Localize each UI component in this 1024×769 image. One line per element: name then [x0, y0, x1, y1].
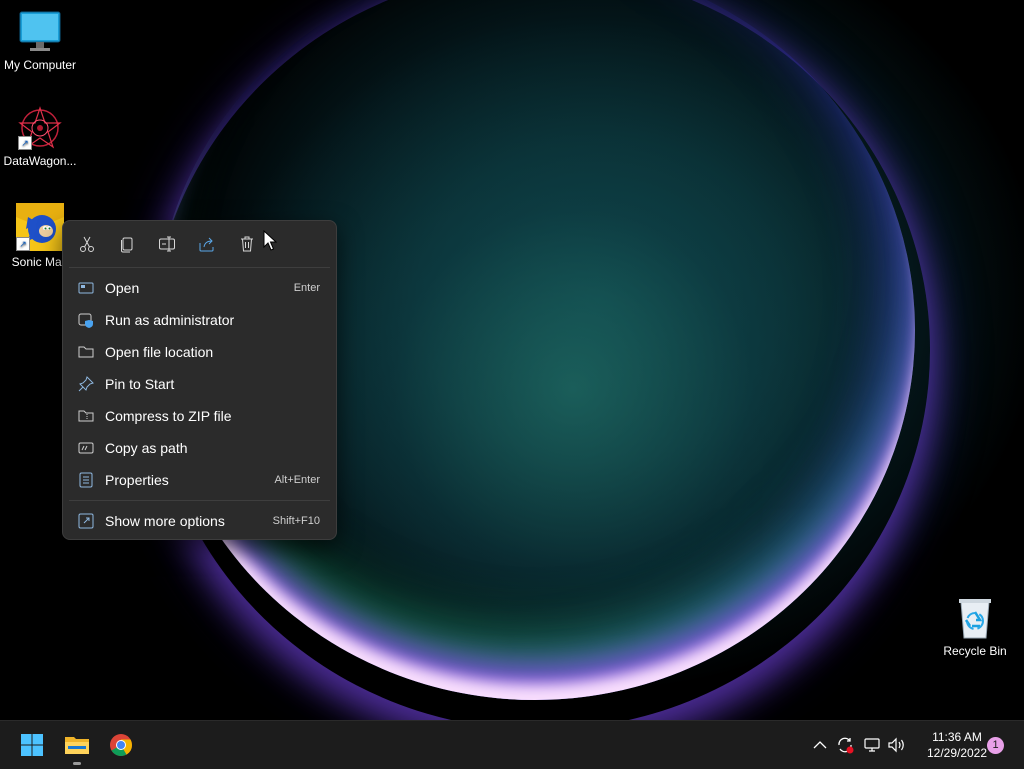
properties-icon	[77, 471, 95, 489]
menu-item-label: Open file location	[105, 344, 214, 360]
desktop-icon-recycle-bin[interactable]: Recycle Bin	[935, 596, 1015, 658]
context-menu: Open Enter Run as administrator Open fil…	[62, 220, 337, 540]
pin-icon	[77, 375, 95, 393]
menu-item-shortcut: Alt+Enter	[274, 474, 320, 486]
menu-item-label: Copy as path	[105, 440, 188, 456]
menu-item-copy-as-path[interactable]: Copy as path	[63, 432, 336, 464]
menu-item-label: Show more options	[105, 513, 225, 529]
shortcut-arrow-icon: ↗	[16, 237, 30, 251]
taskbar: 11:36 AM 12/29/2022 1	[0, 720, 1024, 769]
windows-start-icon[interactable]	[12, 721, 52, 769]
desktop-icon-datawagon[interactable]: ↗ DataWagon...	[0, 106, 80, 168]
menu-item-run-as-admin[interactable]: Run as administrator	[63, 304, 336, 336]
share-icon[interactable]	[197, 234, 217, 254]
menu-item-open-file-location[interactable]: Open file location	[63, 336, 336, 368]
desktop-icon-my-computer[interactable]: My Computer	[0, 10, 80, 72]
context-menu-quick-actions	[63, 221, 336, 267]
more-options-icon	[77, 512, 95, 530]
menu-item-shortcut: Shift+F10	[272, 515, 320, 527]
menu-item-open[interactable]: Open Enter	[63, 272, 336, 304]
menu-item-label: Pin to Start	[105, 376, 175, 392]
desktop-icon-label: Recycle Bin	[943, 644, 1007, 658]
notification-badge[interactable]: 1	[987, 737, 1004, 754]
datawagon-icon: ↗	[18, 106, 62, 150]
menu-item-label: Properties	[105, 472, 169, 488]
chevron-up-icon[interactable]	[808, 721, 832, 769]
mouse-cursor-icon	[263, 230, 277, 251]
trash-icon[interactable]	[237, 234, 257, 254]
running-indicator	[73, 762, 81, 765]
menu-item-compress-zip[interactable]: Compress to ZIP file	[63, 400, 336, 432]
shortcut-arrow-icon: ↗	[18, 136, 32, 150]
desktop-icon-label: DataWagon...	[3, 154, 77, 168]
recycle-bin-icon	[953, 596, 997, 640]
open-icon	[77, 279, 95, 297]
path-icon	[77, 439, 95, 457]
chrome-icon[interactable]	[101, 721, 141, 769]
scissors-icon[interactable]	[77, 234, 97, 254]
copy-icon[interactable]	[117, 234, 137, 254]
menu-item-label: Run as administrator	[105, 312, 235, 328]
menu-item-label: Compress to ZIP file	[105, 408, 232, 424]
network-icon[interactable]	[860, 721, 884, 769]
menu-item-show-more-options[interactable]: Show more options Shift+F10	[63, 505, 336, 537]
menu-item-shortcut: Enter	[293, 282, 320, 294]
folder-icon	[77, 343, 95, 361]
sync-status-icon[interactable]	[833, 721, 857, 769]
shield-icon	[77, 311, 95, 329]
desktop-icon-label: My Computer	[3, 58, 77, 72]
volume-icon[interactable]	[885, 721, 909, 769]
file-explorer-icon[interactable]	[57, 721, 97, 769]
zip-icon	[77, 407, 95, 425]
menu-item-pin-to-start[interactable]: Pin to Start	[63, 368, 336, 400]
rename-icon[interactable]	[157, 234, 177, 254]
menu-item-label: Open	[105, 280, 140, 296]
menu-item-properties[interactable]: Properties Alt+Enter	[63, 464, 336, 496]
monitor-icon	[18, 10, 62, 54]
sonic-icon: ↗	[16, 203, 64, 251]
